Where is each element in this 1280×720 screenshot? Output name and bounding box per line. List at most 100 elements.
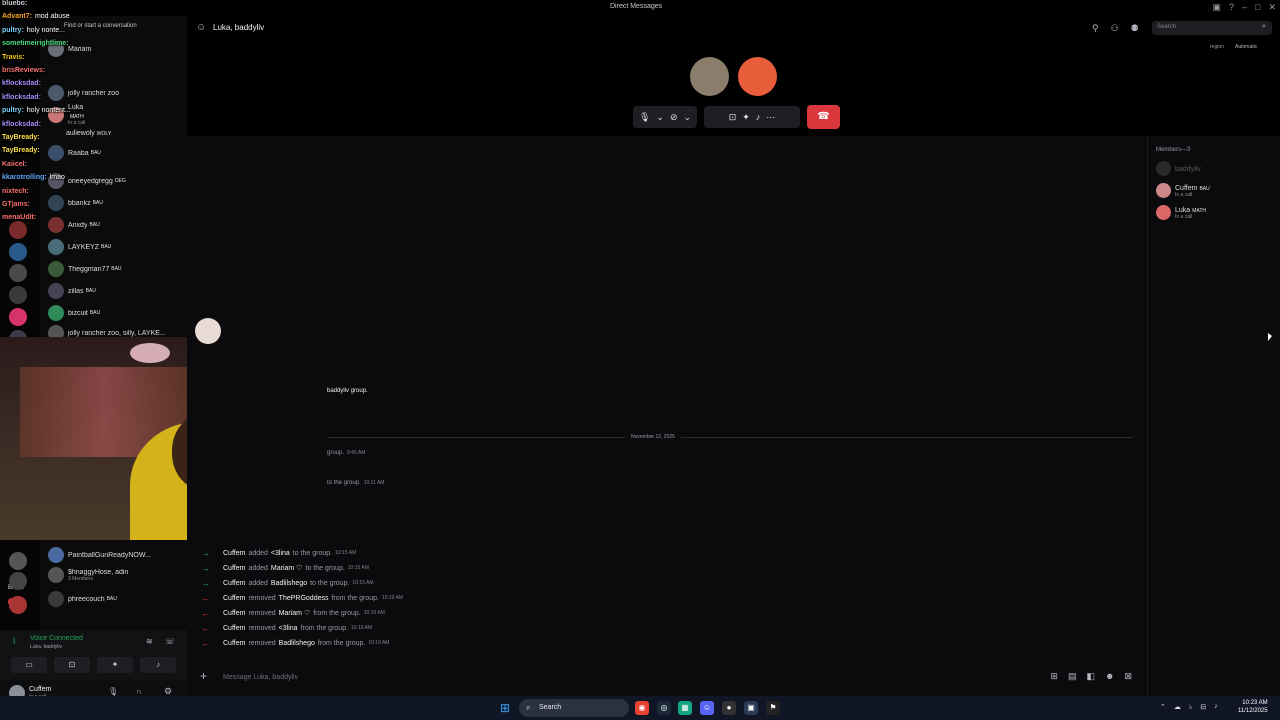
mic-control[interactable]: 🎙 ⌄ ⊘ ⌄ — [633, 106, 697, 128]
chrome-icon[interactable]: ◉ — [635, 701, 649, 715]
soundboard-icon[interactable]: ♪ — [756, 112, 761, 122]
sticker-icon[interactable]: ◧ — [1086, 671, 1095, 682]
volume-icon[interactable]: ♪ — [1214, 703, 1218, 711]
message-author[interactable]: Cuffem — [223, 550, 245, 557]
screenshare-button[interactable]: ⊡ — [54, 657, 90, 673]
minimize-icon[interactable]: – — [1242, 2, 1247, 13]
more-icon[interactable]: ⋯ — [766, 112, 775, 123]
hang-up-button[interactable]: ☎ — [807, 105, 840, 129]
microphone-icon[interactable]: 🎙 — [108, 687, 118, 696]
gif-icon[interactable]: ▤ — [1068, 671, 1077, 682]
chevron-down-icon[interactable]: ⌄ — [656, 112, 664, 123]
activities-icon[interactable]: ✦ — [742, 112, 750, 123]
dm-list-item[interactable]: $hnaggyHose, adin 3 Members — [48, 566, 186, 584]
cloud-icon[interactable]: ☁ — [1174, 703, 1181, 711]
message-target[interactable]: Mariam ♡ — [271, 564, 303, 572]
dm-list-item[interactable]: LAYKEYZ BAU — [48, 238, 186, 256]
close-icon[interactable]: ✕ — [1268, 2, 1276, 13]
call-participant-avatar[interactable] — [738, 57, 777, 96]
clock[interactable]: 10:23 AM 11/12/2025 — [1238, 699, 1268, 715]
region-select[interactable]: Automatic — [1235, 44, 1257, 50]
dm-list-item[interactable]: bizcuit BAU — [48, 304, 186, 322]
server-icon[interactable] — [9, 552, 27, 570]
chevron-up-icon[interactable]: ⌃ — [1160, 703, 1166, 711]
dm-list-item[interactable]: bbankz BAU — [48, 194, 186, 212]
message-author[interactable]: Cuffem — [223, 640, 245, 647]
dm-list-item[interactable]: Theggman77 BAU — [48, 260, 186, 278]
app-icon[interactable]: ▦ — [678, 701, 692, 715]
dm-list-item[interactable]: Luka MATH In a call — [48, 104, 186, 126]
message-target[interactable]: Mariam ♡ — [279, 609, 311, 617]
discord-icon[interactable]: ☺ — [700, 701, 714, 715]
find-conversation-input[interactable]: Find or start a conversation — [64, 23, 137, 29]
help-icon[interactable]: ? — [1229, 2, 1234, 13]
add-friends-icon[interactable]: ⚇ — [1111, 23, 1119, 34]
server-icon[interactable] — [9, 596, 27, 614]
network-icon[interactable]: ⊟ — [1200, 703, 1206, 711]
activities-button[interactable]: ✦ — [97, 657, 133, 673]
server-icon[interactable] — [9, 221, 27, 239]
app-icon[interactable]: ⚑ — [766, 701, 780, 715]
server-icon[interactable] — [9, 308, 27, 326]
member-item[interactable]: Luka MATH In a call — [1156, 203, 1206, 221]
dm-list-item[interactable]: oneeyedgregg OEG — [48, 172, 186, 190]
member-item[interactable]: baddyliv — [1156, 159, 1201, 177]
member-text: Cuffem BAU In a call — [1175, 183, 1210, 198]
message-target[interactable]: Badlilshego — [271, 580, 307, 587]
chevron-down-icon[interactable]: ⌄ — [684, 112, 692, 123]
noise-suppression-icon[interactable]: ≋ — [146, 637, 153, 646]
message-target[interactable]: ThePRGoddess — [279, 595, 329, 602]
dm-list-item[interactable]: phreecouch BAU — [48, 590, 186, 608]
inbox-icon[interactable]: ▣ — [1212, 2, 1221, 13]
maximize-icon[interactable]: □ — [1255, 2, 1260, 13]
member-list-icon[interactable]: ⚉ — [1131, 23, 1139, 34]
voice-status[interactable]: Voice Connected — [30, 635, 83, 642]
pin-icon[interactable]: ⚲ — [1092, 23, 1099, 34]
message-tail: from the group. — [331, 594, 379, 602]
dm-list-item[interactable]: jolly rancher zoo — [48, 84, 186, 102]
gift-icon[interactable]: ⊞ — [1050, 671, 1058, 682]
server-icon[interactable] — [9, 286, 27, 304]
microphone-icon[interactable]: ♭ — [1189, 703, 1192, 711]
message-target[interactable]: <3lina — [271, 550, 290, 557]
dm-list-item[interactable]: Raaba BAU — [48, 144, 186, 162]
dm-list-item[interactable]: Mariam — [48, 40, 186, 58]
camera-off-icon[interactable]: ⊘ — [670, 112, 678, 123]
message-target[interactable]: <3lina — [279, 625, 298, 632]
add-attachment-icon[interactable]: + — [200, 669, 207, 683]
dm-list-item[interactable]: auliewoly WOLY — [66, 130, 111, 137]
server-icon[interactable] — [9, 264, 27, 282]
server-icon[interactable] — [9, 572, 27, 590]
app-icon[interactable]: ▣ — [744, 701, 758, 715]
member-item[interactable]: Cuffem BAU In a call — [1156, 181, 1210, 199]
search-input[interactable]: Search — [1152, 21, 1272, 35]
message-author[interactable]: Cuffem — [223, 595, 245, 602]
apps-icon[interactable]: ⊠ — [1124, 671, 1132, 682]
dm-list-item[interactable]: zillas BAU — [48, 282, 186, 300]
taskbar-search[interactable]: Search — [519, 699, 629, 717]
emoji-icon[interactable]: ☻ — [1105, 671, 1114, 682]
signal-icon: ⌇ — [12, 636, 17, 646]
message-author[interactable]: Cuffem — [223, 580, 245, 587]
call-participant-avatar[interactable] — [690, 57, 729, 96]
dm-list-item[interactable]: PaintballGunReadyNOW... — [48, 546, 186, 564]
message-author[interactable]: Cuffem — [223, 565, 245, 572]
call-actions[interactable]: ⊡ ✦ ♪ ⋯ — [704, 106, 800, 128]
headphones-icon[interactable]: ∩ — [136, 687, 142, 696]
message-author[interactable]: Cuffem — [223, 625, 245, 632]
screenshare-icon[interactable]: ⊡ — [729, 112, 737, 123]
disconnect-icon[interactable]: ☏ — [165, 637, 175, 646]
camera-button[interactable]: ▭ — [11, 657, 47, 673]
microphone-icon[interactable]: 🎙 — [639, 112, 650, 123]
dm-list-item[interactable]: Anxdy BAU — [48, 216, 186, 234]
message-target[interactable]: Badlilshego — [279, 640, 315, 647]
message-tail: from the group. — [300, 624, 349, 632]
obs-icon[interactable]: ● — [722, 701, 736, 715]
soundboard-button[interactable]: ♪ — [140, 657, 176, 673]
message-input[interactable]: Message Luka, baddyliv — [223, 674, 298, 681]
server-icon[interactable] — [9, 243, 27, 261]
steam-icon[interactable]: ◎ — [657, 701, 671, 715]
windows-start-icon[interactable]: ⊞ — [500, 701, 514, 715]
message-author[interactable]: Cuffem — [223, 610, 245, 617]
username[interactable]: Cuffem — [29, 686, 51, 693]
